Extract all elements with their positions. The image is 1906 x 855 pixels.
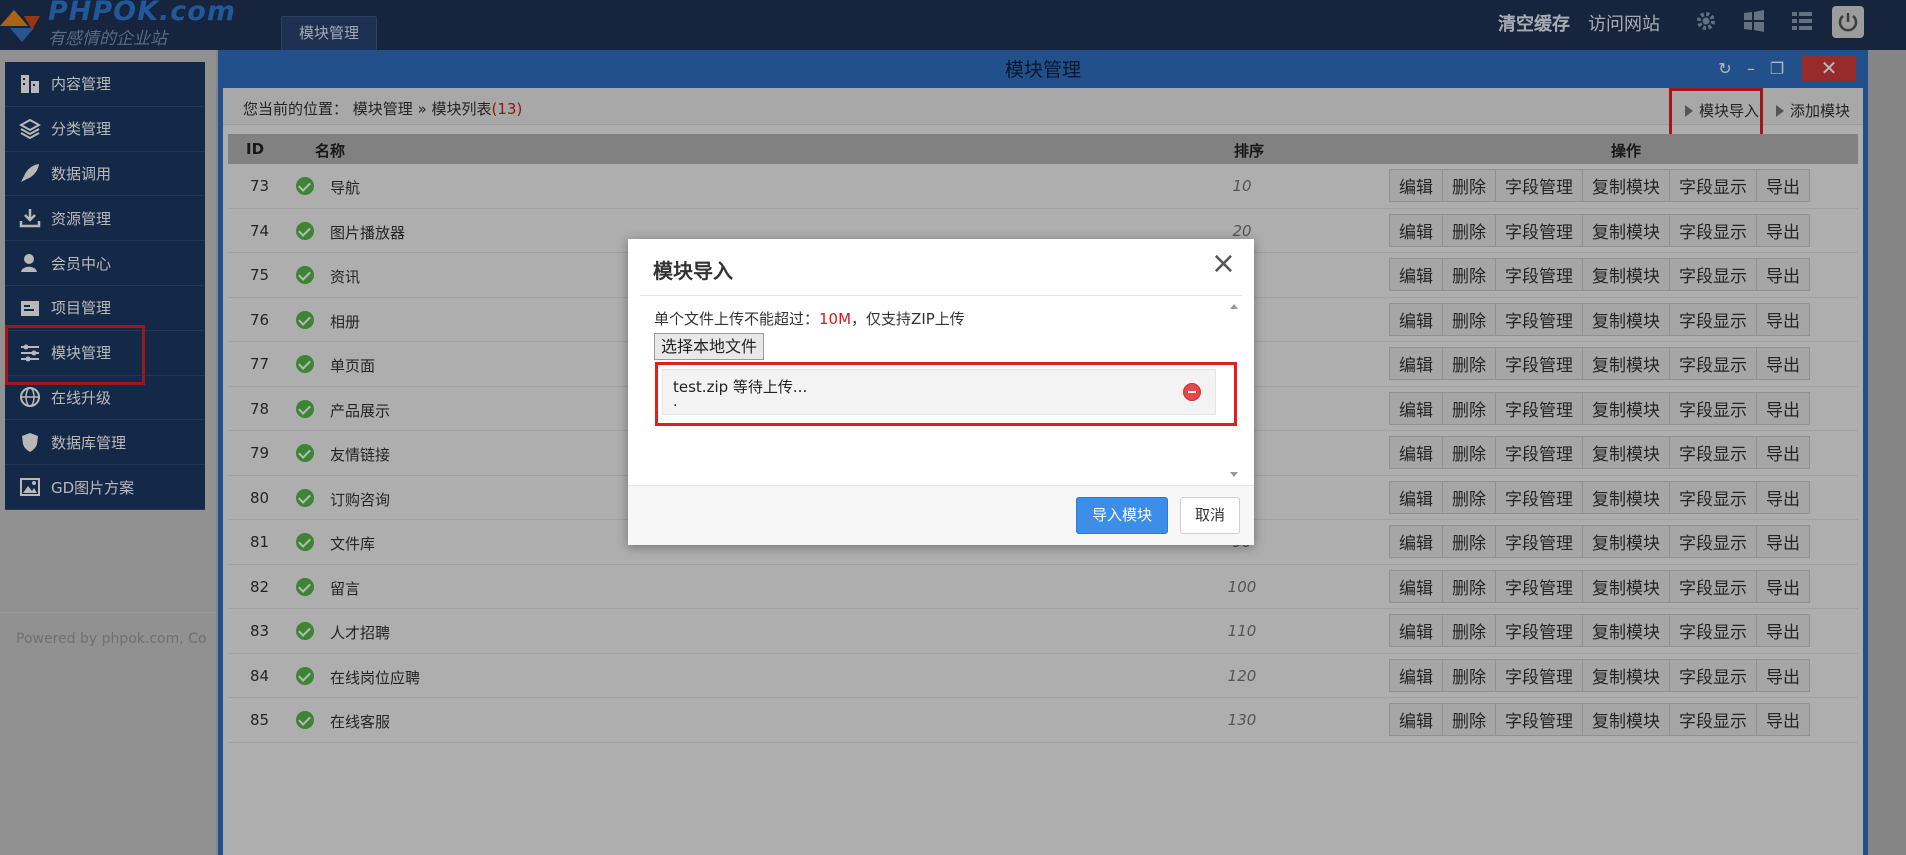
limit-suffix: ，仅支持ZIP上传: [851, 310, 965, 328]
dialog-footer: 导入模块 取消: [628, 485, 1254, 545]
file-item-highlight: [655, 362, 1237, 426]
scroll-up-arrow-icon[interactable]: [1230, 304, 1238, 309]
upload-limit-text: 单个文件上传不能超过：10M，仅支持ZIP上传: [654, 308, 965, 329]
close-icon[interactable]: ×: [1211, 249, 1236, 279]
import-module-button[interactable]: 导入模块: [1076, 497, 1168, 534]
dialog-body: 单个文件上传不能超过：10M，仅支持ZIP上传 选择本地文件 test.zip …: [640, 295, 1242, 485]
limit-prefix: 单个文件上传不能超过：: [654, 310, 820, 328]
cancel-button[interactable]: 取消: [1180, 497, 1240, 534]
select-local-file-button[interactable]: 选择本地文件: [654, 333, 765, 360]
module-import-dialog: 模块导入 × 单个文件上传不能超过：10M，仅支持ZIP上传 选择本地文件 te…: [628, 239, 1254, 545]
scroll-down-arrow-icon[interactable]: [1230, 472, 1238, 477]
limit-size: 10M: [819, 310, 852, 328]
dialog-title: 模块导入: [653, 259, 733, 283]
